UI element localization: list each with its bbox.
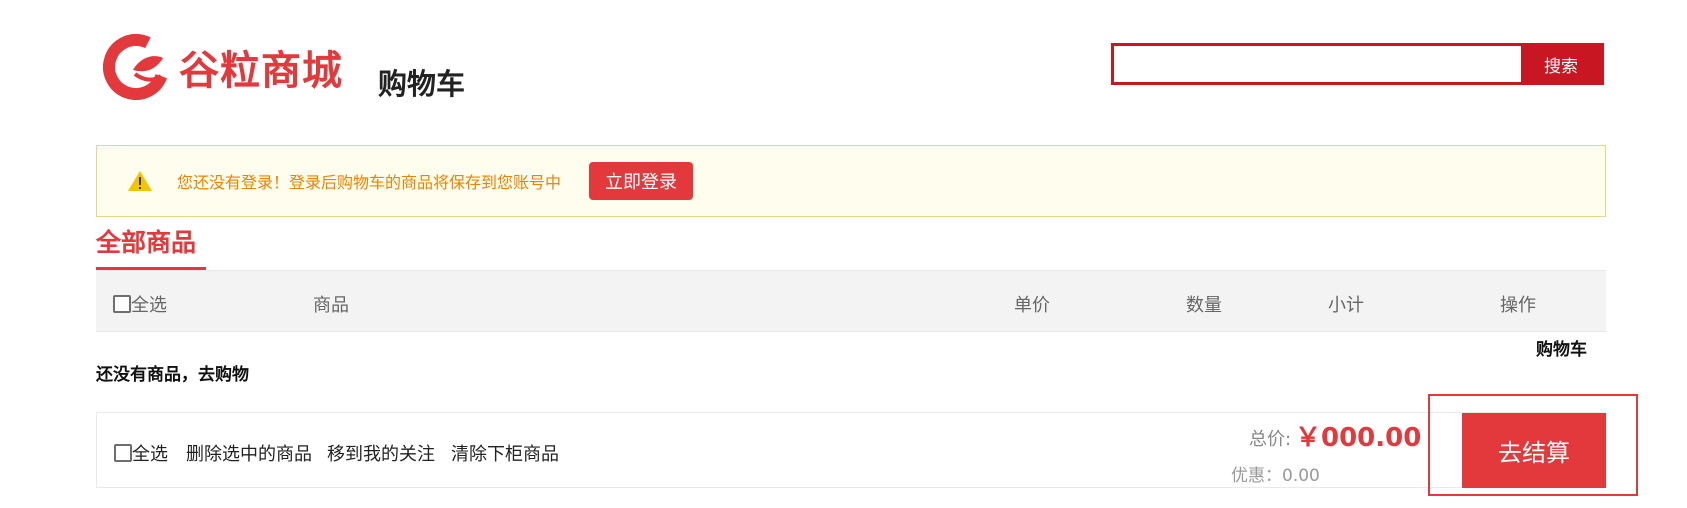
column-price: 单价 (1014, 295, 1050, 316)
footer-select-all[interactable]: 全选 (114, 440, 168, 466)
header-select-all[interactable]: 全选 (113, 291, 167, 317)
footer-select-all-checkbox[interactable] (114, 444, 132, 462)
cart-table-header: 全选 商品 单价 数量 小计 操作 (96, 270, 1606, 332)
column-operation: 操作 (1500, 295, 1536, 316)
total-price: ￥000.00 (1295, 423, 1422, 453)
column-subtotal: 小计 (1328, 295, 1364, 316)
page-title: 购物车 (378, 67, 466, 101)
move-to-follow-link[interactable]: 移到我的关注 (327, 440, 435, 466)
discount-amount: 优惠：0.00 (1231, 466, 1320, 486)
column-quantity: 数量 (1186, 295, 1222, 316)
column-goods: 商品 (313, 295, 349, 316)
login-notice: 您还没有登录！登录后购物车的商品将保存到您账号中 立即登录 (96, 145, 1606, 217)
clear-offshelf-link[interactable]: 清除下柜商品 (451, 440, 559, 466)
empty-cart-message[interactable]: 还没有商品，去购物 (96, 360, 249, 385)
cart-link[interactable]: 购物车 (1536, 335, 1587, 360)
delete-selected-link[interactable]: 删除选中的商品 (186, 440, 312, 466)
search-input[interactable] (1114, 46, 1521, 82)
logo-text: 谷粒商城 (179, 48, 343, 94)
notice-text: 您还没有登录！登录后购物车的商品将保存到您账号中 (177, 173, 562, 192)
checkout-button[interactable]: 去结算 (1462, 413, 1606, 488)
warning-icon (127, 170, 153, 192)
tab-all-goods[interactable]: 全部商品 (96, 223, 206, 270)
select-all-checkbox[interactable] (113, 295, 131, 313)
search-bar: 搜索 (1111, 43, 1604, 85)
select-all-label: 全选 (131, 295, 167, 316)
total-label: 总价: (1249, 429, 1292, 450)
logo-icon (103, 34, 169, 100)
search-button[interactable]: 搜索 (1521, 46, 1601, 82)
login-button[interactable]: 立即登录 (589, 162, 694, 200)
logo[interactable]: 谷粒商城 (103, 28, 343, 106)
footer-select-all-label: 全选 (132, 444, 168, 465)
cart-footer: 全选 删除选中的商品 移到我的关注 清除下柜商品 总价: ￥000.00 优惠：… (96, 412, 1606, 488)
